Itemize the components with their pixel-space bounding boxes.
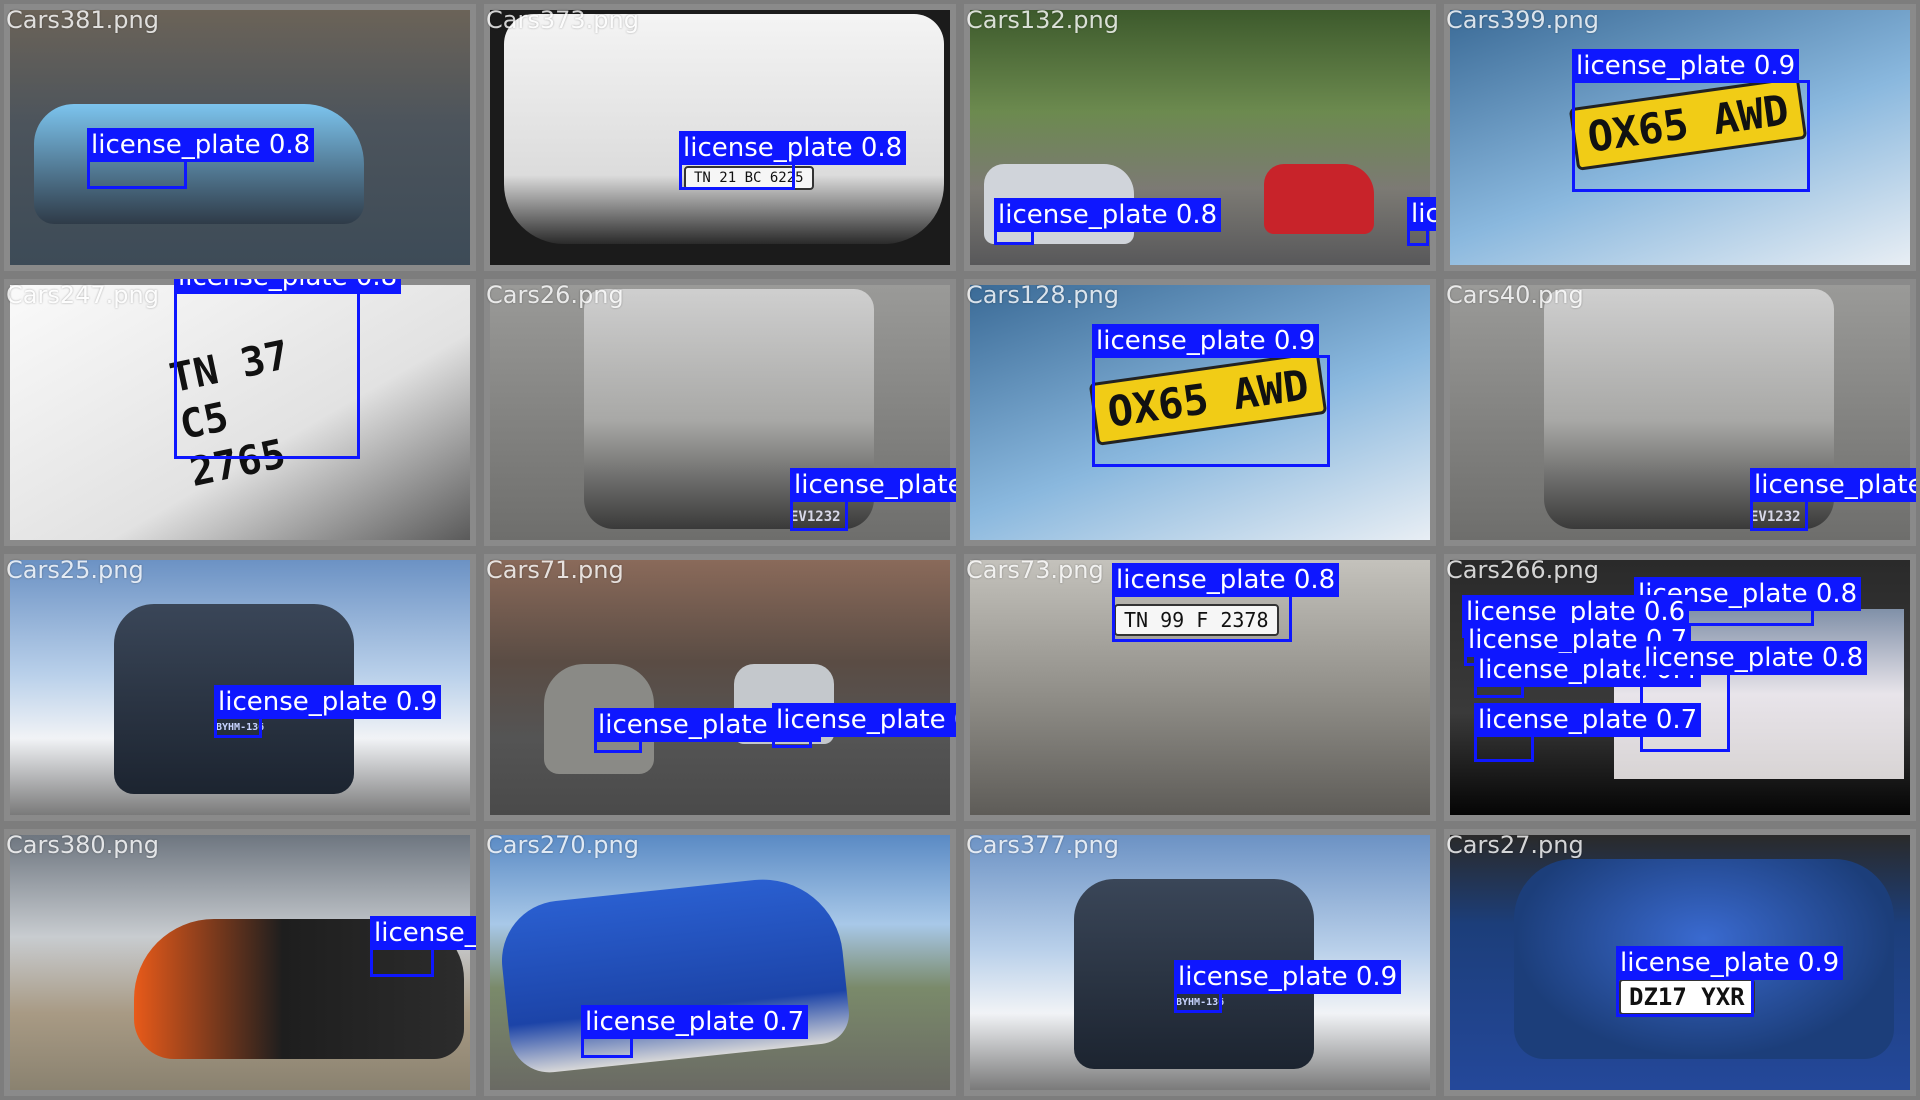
filename-label: Cars247.png <box>6 281 159 309</box>
detection-box: license_plate 0.8 <box>679 131 907 190</box>
detection-label: license_plate 0.8 <box>1640 641 1868 675</box>
image-tile: Cars381.png license_plate 0.8 <box>0 0 480 275</box>
image-tile: OX65 AWD Cars128.png license_plate 0.9 <box>960 275 1440 550</box>
filename-label: Cars128.png <box>966 281 1119 309</box>
image-tile: DZ17 YXR Cars27.png license_plate 0.9 <box>1440 825 1920 1100</box>
car-silhouette <box>1264 164 1374 234</box>
detection-label: license_plate 0.8 <box>790 468 956 502</box>
filename-label: Cars270.png <box>486 831 639 859</box>
detection-label: license_plate 0.8 <box>679 131 907 165</box>
detection-label: license_plate 0.8 <box>87 128 315 162</box>
image-tile: Cars270.png license_plate 0.7 <box>480 825 960 1100</box>
filename-label: Cars40.png <box>1446 281 1584 309</box>
filename-label: Cars380.png <box>6 831 159 859</box>
detection-box: license_plate 0.8 <box>790 468 956 531</box>
detection-label: license_plate 0.7 <box>1407 197 1436 231</box>
detection-box: license_plate 0.9 <box>214 685 442 738</box>
detection-box: license_plate 0.8 <box>1112 563 1340 642</box>
image-tile: OX65 AWD Cars399.png license_plate 0.9 <box>1440 0 1920 275</box>
detection-label: license_plate 0.7 <box>1474 703 1702 737</box>
image-tile: EV1232 Cars40.png license_plate 0.8 <box>1440 275 1920 550</box>
detection-box: license_plate 0.8 <box>87 128 315 189</box>
detection-label: license_plate 0.7 <box>581 1005 809 1039</box>
image-tile: Cars71.png license_plate 0.7 license_pla… <box>480 550 960 825</box>
filename-label: Cars27.png <box>1446 831 1584 859</box>
detection-label: license_plate 0.9 <box>1092 324 1320 358</box>
detection-label: license_plate 0.8 <box>994 198 1222 232</box>
filename-label: Cars71.png <box>486 556 624 584</box>
detection-label: license_plate 0.8 <box>1112 563 1340 597</box>
detection-box: license_plate 0.7 <box>772 703 956 748</box>
image-tile: BYHM-136 Cars25.png license_plate 0.9 <box>0 550 480 825</box>
image-tile: Cars380.png license_plate 0.6 <box>0 825 480 1100</box>
detection-box: license_plate 0.7 <box>1474 703 1702 762</box>
detection-box: license_plate 0.4 <box>1474 653 1702 698</box>
detection-box: license_plate 0.7 <box>581 1005 809 1058</box>
detection-label: license_plate 0.9 <box>1616 946 1844 980</box>
car-silhouette <box>496 871 852 1077</box>
image-tile: Cars266.png license_plate 0.8 license_pl… <box>1440 550 1920 825</box>
detection-label: license_plate 0.8 <box>1750 468 1916 502</box>
filename-label: Cars373.png <box>486 6 639 34</box>
detection-box: license_plate 0.9 <box>1616 946 1844 1017</box>
image-tile: TN 99 F 2378 Cars73.png license_plate 0.… <box>960 550 1440 825</box>
detection-box: license_plate 0.9 <box>1572 49 1810 192</box>
detection-label: license_plate 0.9 <box>214 685 442 719</box>
detection-box: license_plate 0.7 <box>1407 197 1436 246</box>
filename-label: Cars399.png <box>1446 6 1599 34</box>
detection-box: license_plate 0.9 <box>1174 960 1402 1013</box>
filename-label: Cars25.png <box>6 556 144 584</box>
detection-grid: Cars381.png license_plate 0.8 TN 21 BC 6… <box>0 0 1920 1100</box>
filename-label: Cars132.png <box>966 6 1119 34</box>
detection-box: license_plate 0.6 <box>370 916 476 977</box>
detection-box: license_plate 0.7 <box>594 708 822 753</box>
image-tile: TN 21 BC 6225 Cars373.png license_plate … <box>480 0 960 275</box>
detection-label: license_plate 0.9 <box>1572 49 1800 83</box>
detection-box: license_plate 0.9 <box>1092 324 1330 467</box>
filename-label: Cars381.png <box>6 6 159 34</box>
image-tile: BYHM-136 Cars377.png license_plate 0.9 <box>960 825 1440 1100</box>
filename-label: Cars377.png <box>966 831 1119 859</box>
filename-label: Cars266.png <box>1446 556 1599 584</box>
detection-label: license_plate 0.9 <box>1174 960 1402 994</box>
detection-box: license_plate 0.8 <box>1750 468 1916 531</box>
detection-box: license_plate 0.8 <box>174 279 402 459</box>
car-silhouette <box>504 14 944 244</box>
detection-label: license_plate 0.7 <box>772 703 956 737</box>
car-silhouette <box>34 104 364 224</box>
detection-label: license_plate 0.6 <box>370 916 476 950</box>
image-tile: Cars132.png license_plate 0.8 license_pl… <box>960 0 1440 275</box>
filename-label: Cars73.png <box>966 556 1104 584</box>
detection-box: license_plate 0.8 <box>994 198 1222 245</box>
detection-label: license_plate 0.8 <box>174 279 402 294</box>
filename-label: Cars26.png <box>486 281 624 309</box>
image-tile: EV1232 Cars26.png license_plate 0.8 <box>480 275 960 550</box>
image-tile: TN 37 C5 2765 Cars247.png license_plate … <box>0 275 480 550</box>
